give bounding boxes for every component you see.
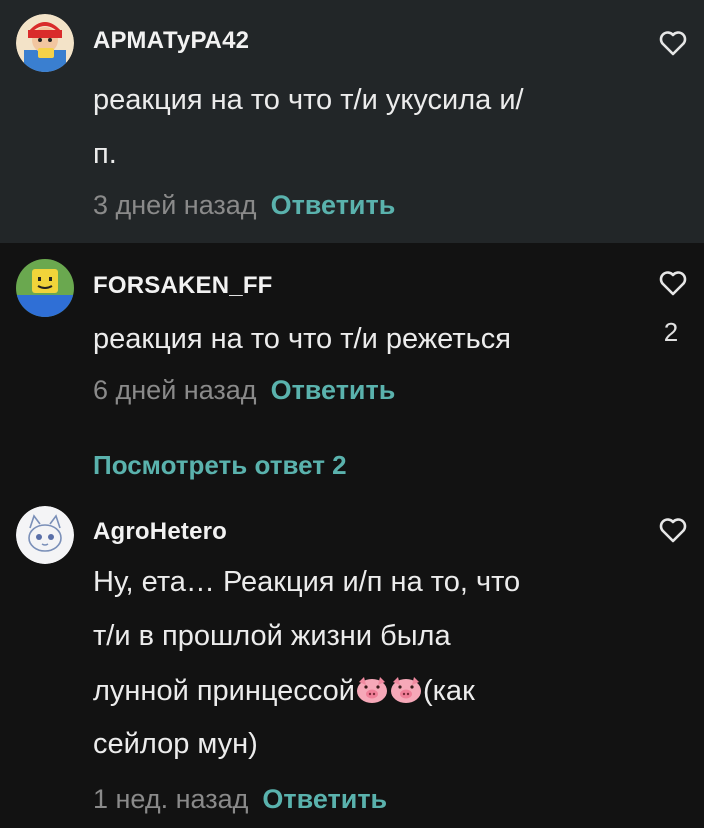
comment-text-line: п. (93, 138, 117, 170)
comment-item: FORSAKEN_FF реакция на то что т/и режеть… (0, 243, 704, 433)
heart-outline-icon[interactable] (658, 269, 688, 297)
timestamp: 6 дней назад (93, 375, 257, 405)
like-count: 2 (663, 317, 679, 347)
comment-meta: 3 дней назад Ответить (93, 190, 395, 221)
username[interactable]: AgroHetero (93, 518, 227, 546)
view-replies-link[interactable]: Посмотреть ответ 2 (93, 450, 347, 481)
avatar[interactable] (16, 506, 74, 564)
username[interactable]: FORSAKEN_FF (93, 272, 273, 300)
pig-face-emoji-icon (356, 677, 387, 703)
reply-button[interactable]: Ответить (271, 190, 396, 220)
pig-face-emoji-icon (390, 677, 421, 703)
comment-item: АРМАТуРА42 реакция на то что т/и укусила… (0, 0, 704, 243)
comment-text-segment: лунной принцессой (93, 675, 355, 707)
avatar[interactable] (16, 259, 74, 317)
timestamp: 1 нед. назад (93, 784, 249, 814)
comment-text-line: реакция на то что т/и укусила и/ (93, 84, 524, 116)
comment-meta: 6 дней назад Ответить (93, 375, 395, 406)
timestamp: 3 дней назад (93, 190, 257, 220)
comment-text-line: лунной принцессой (как (93, 674, 475, 708)
comment-meta: 1 нед. назад Ответить (93, 784, 387, 815)
username[interactable]: АРМАТуРА42 (93, 27, 249, 55)
comment-text-line: т/и в прошлой жизни была (93, 620, 451, 652)
reply-button[interactable]: Ответить (271, 375, 396, 405)
comments-page: АРМАТуРА42 реакция на то что т/и укусила… (0, 0, 704, 828)
comment-text-line: сейлор мун) (93, 728, 258, 760)
comment-text-line: реакция на то что т/и режеться (93, 323, 511, 355)
comment-text-line: Ну, ета… Реакция и/п на то, что (93, 566, 521, 598)
heart-outline-icon[interactable] (658, 516, 688, 544)
reply-button[interactable]: Ответить (262, 784, 387, 814)
comment-text-segment: (как (422, 675, 475, 707)
heart-outline-icon[interactable] (658, 29, 688, 57)
avatar[interactable] (16, 14, 74, 72)
comment-item: AgroHetero Ну, ета… Реакция и/п на то, ч… (0, 500, 704, 828)
